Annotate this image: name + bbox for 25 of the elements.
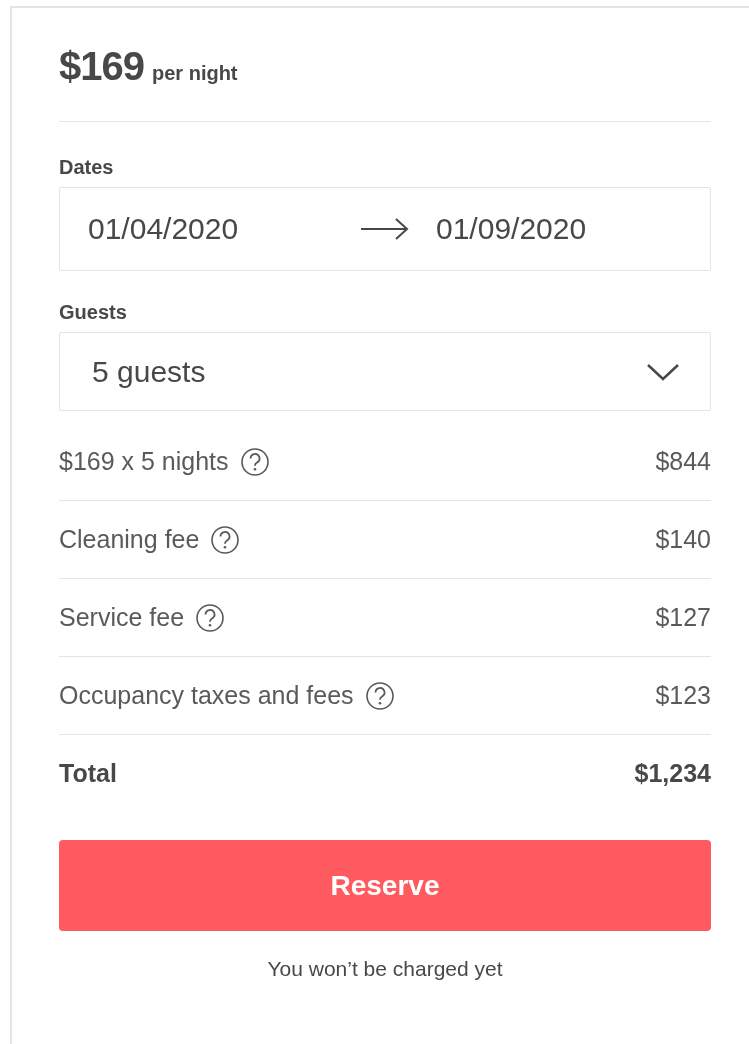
guests-dropdown[interactable]: 5 guests: [59, 332, 711, 411]
fee-amount: $844: [655, 447, 711, 476]
fee-label: Service fee: [59, 603, 185, 632]
fee-label: $169 x 5 nights: [59, 447, 229, 476]
help-icon[interactable]: [210, 524, 241, 555]
fee-amount: $140: [655, 525, 711, 554]
guests-label: Guests: [59, 301, 128, 324]
total-amount: $1,234: [634, 759, 711, 788]
check-in-date[interactable]: 01/04/2020: [88, 212, 360, 246]
arrow-icon: [360, 217, 410, 241]
help-icon[interactable]: [195, 602, 226, 633]
price-unit: per night: [152, 62, 238, 85]
fee-amount: $123: [655, 681, 711, 710]
chevron-down-icon: [646, 361, 680, 382]
nightly-price: $169: [59, 44, 144, 89]
help-icon[interactable]: [364, 680, 395, 711]
fee-label: Cleaning fee: [59, 525, 200, 554]
charge-note: You won’t be charged yet: [266, 957, 504, 981]
fee-label: Occupancy taxes and fees: [59, 681, 354, 710]
check-out-date[interactable]: 01/09/2020: [436, 212, 587, 246]
dates-label: Dates: [59, 156, 115, 179]
help-icon[interactable]: [239, 446, 270, 477]
fee-amount: $127: [655, 603, 711, 632]
date-range-field[interactable]: 01/04/2020 01/09/2020: [59, 187, 711, 271]
total-label: Total: [59, 759, 117, 788]
